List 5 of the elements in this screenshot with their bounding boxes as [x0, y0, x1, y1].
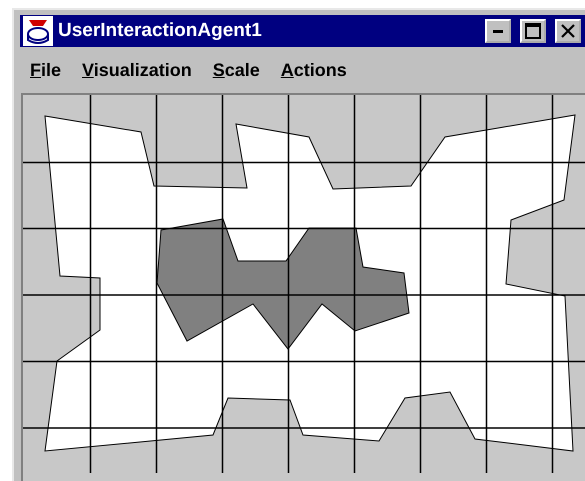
menu-item[interactable]: File [30, 60, 62, 80]
window-title: UserInteractionAgent1 [58, 20, 263, 42]
menu-item[interactable]: Actions [280, 60, 347, 80]
menu-item[interactable]: Scale [212, 60, 260, 80]
menu-item[interactable]: Visualization [82, 60, 192, 80]
